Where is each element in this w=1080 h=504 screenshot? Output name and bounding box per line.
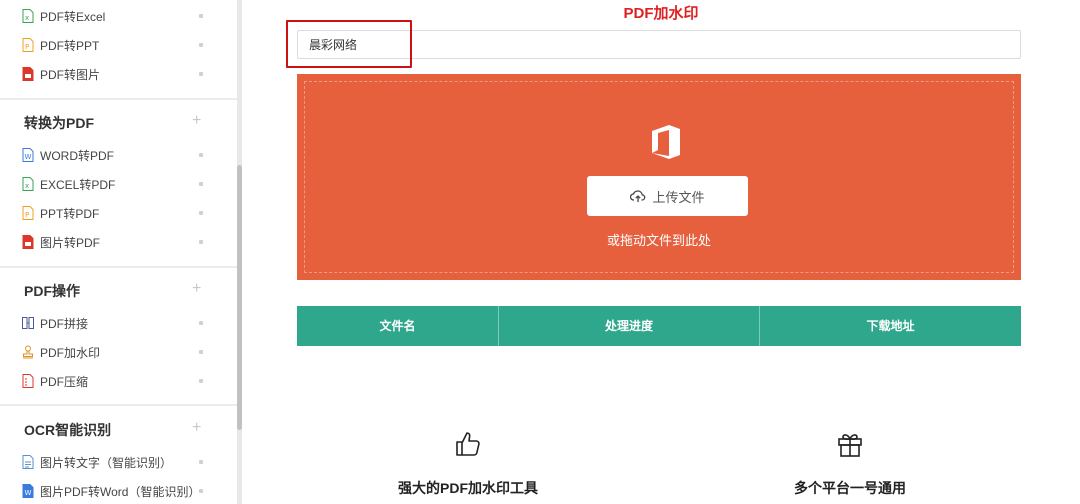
sidebar-item-label: PDF转Excel <box>40 9 106 24</box>
image-text-icon <box>22 455 34 469</box>
sidebar-item-pdf-watermark[interactable]: PDF加水印 <box>22 341 217 363</box>
feature-label: 多个平台一号通用 <box>794 480 906 496</box>
item-dot <box>199 489 203 493</box>
svg-text:P: P <box>25 43 29 51</box>
sidebar-item-image-to-text[interactable]: 图片转文字（智能识别） <box>22 451 217 473</box>
upload-dropzone[interactable]: 上传文件 或拖动文件到此处 <box>297 74 1021 280</box>
item-dot <box>199 182 203 186</box>
svg-text:P: P <box>25 211 29 219</box>
item-dot <box>199 14 203 18</box>
svg-text:W: W <box>25 153 32 161</box>
sidebar-item-word-to-pdf[interactable]: W WORD转PDF <box>22 144 217 166</box>
sidebar-item-label: PDF加水印 <box>40 345 101 360</box>
dropzone-dashed-border: 上传文件 或拖动文件到此处 <box>304 81 1014 273</box>
file-table-header: 文件名 处理进度 下载地址 <box>297 306 1021 346</box>
sidebar-item-label: PDF转图片 <box>40 67 101 82</box>
highlight-annotation <box>286 20 412 68</box>
item-dot <box>199 240 203 244</box>
sidebar-item-excel-to-pdf[interactable]: x EXCEL转PDF <box>22 173 217 195</box>
sidebar-item-label: PDF转PPT <box>40 38 100 53</box>
merge-icon <box>22 316 34 330</box>
divider <box>0 266 237 268</box>
sidebar-item-label: 图片转文字（智能识别） <box>40 455 173 470</box>
excel-file-icon: x <box>22 177 34 191</box>
ppt-file-icon: P <box>22 206 34 220</box>
feature-item: 多个平台一号通用 <box>750 430 950 498</box>
expand-icon[interactable]: + <box>192 113 201 129</box>
main-content: PDF加水印 上传文件 或拖动文件到此处 文件名 <box>242 0 1080 504</box>
item-dot <box>199 72 203 76</box>
sidebar-item-label: PDF压缩 <box>40 374 89 389</box>
upload-file-button[interactable]: 上传文件 <box>587 176 748 216</box>
item-dot <box>199 153 203 157</box>
item-dot <box>199 350 203 354</box>
sidebar-item-pdf-to-excel[interactable]: x PDF转Excel <box>22 5 217 27</box>
column-header-progress: 处理进度 <box>498 306 759 346</box>
office-icon <box>649 123 683 161</box>
group-title-ocr[interactable]: OCR智能识别 <box>24 420 111 440</box>
sidebar-item-label: PPT转PDF <box>40 206 100 221</box>
group-title-pdf-operations[interactable]: PDF操作 <box>24 281 80 301</box>
word-file-icon: W <box>22 148 34 162</box>
feature-label: 强大的PDF加水印工具 <box>398 480 538 496</box>
item-dot <box>199 321 203 325</box>
feature-item: 强大的PDF加水印工具 <box>368 430 568 498</box>
excel-file-icon: x <box>22 9 34 23</box>
sidebar: x PDF转Excel P PDF转PPT PDF转图片 转换为PDF + W <box>0 0 237 504</box>
stamp-icon <box>22 345 34 359</box>
item-dot <box>199 460 203 464</box>
item-dot <box>199 43 203 47</box>
column-header-download: 下载地址 <box>759 306 1021 346</box>
word-file-icon: W <box>22 484 34 498</box>
sidebar-item-pdf-to-ppt[interactable]: P PDF转PPT <box>22 34 217 56</box>
sidebar-item-label: 图片PDF转Word（智能识别） <box>40 484 201 499</box>
sidebar-item-pdf-compress[interactable]: PDF压缩 <box>22 370 217 392</box>
compress-file-icon <box>22 374 34 388</box>
item-dot <box>199 211 203 215</box>
sidebar-item-image-pdf-to-word[interactable]: W 图片PDF转Word（智能识别） <box>22 480 217 502</box>
ppt-file-icon: P <box>22 38 34 52</box>
thumbs-up-icon <box>368 430 568 458</box>
sidebar-item-image-to-pdf[interactable]: 图片转PDF <box>22 231 217 253</box>
svg-text:W: W <box>25 489 32 497</box>
drag-hint-text: 或拖动文件到此处 <box>606 233 711 248</box>
column-header-filename: 文件名 <box>379 319 416 333</box>
gift-icon <box>750 430 950 458</box>
sidebar-item-label: WORD转PDF <box>40 148 114 163</box>
item-dot <box>199 379 203 383</box>
sidebar-item-pdf-to-image[interactable]: PDF转图片 <box>22 63 217 85</box>
svg-text:x: x <box>25 182 29 190</box>
svg-text:x: x <box>25 14 29 22</box>
expand-icon[interactable]: + <box>192 420 201 436</box>
sidebar-item-label: PDF拼接 <box>40 316 89 331</box>
sidebar-item-pdf-merge[interactable]: PDF拼接 <box>22 312 217 334</box>
image-file-icon <box>22 67 34 81</box>
image-file-icon <box>22 235 34 249</box>
divider <box>0 404 237 406</box>
app: x PDF转Excel P PDF转PPT PDF转图片 转换为PDF + W <box>0 0 1080 504</box>
expand-icon[interactable]: + <box>192 281 201 297</box>
sidebar-item-label: EXCEL转PDF <box>40 177 116 192</box>
group-title-convert-to-pdf[interactable]: 转换为PDF <box>24 113 94 133</box>
divider <box>0 98 237 100</box>
cloud-upload-icon <box>630 189 646 203</box>
sidebar-item-ppt-to-pdf[interactable]: P PPT转PDF <box>22 202 217 224</box>
sidebar-item-label: 图片转PDF <box>40 235 101 250</box>
upload-button-label: 上传文件 <box>652 189 705 205</box>
